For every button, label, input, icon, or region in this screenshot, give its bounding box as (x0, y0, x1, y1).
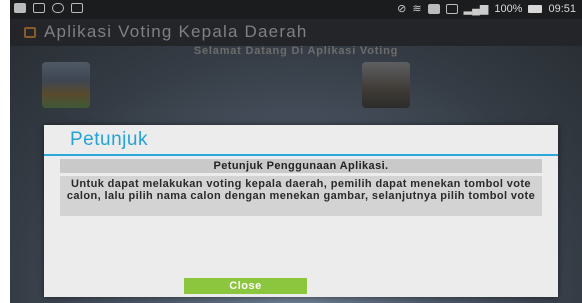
clock: 09:51 (548, 3, 576, 15)
message-icon (14, 3, 26, 13)
dialog-divider (44, 154, 558, 156)
status-bar: ⊘ ≋ ▂▄▆ 100% 09:51 (10, 0, 582, 19)
welcome-text: Selamat Datang Di Aplikasi Voting (193, 45, 399, 57)
lte-icon (445, 4, 458, 14)
signal-icon: ▂▄▆ (463, 3, 489, 15)
instructions-dialog: Petunjuk Petunjuk Penggunaan Aplikasi. U… (44, 125, 558, 297)
status-bar-right: ⊘ ≋ ▂▄▆ 100% 09:51 (397, 3, 576, 15)
battery-icon (528, 5, 543, 13)
dialog-body-text: Untuk dapat melakukan voting kepala daer… (60, 176, 542, 216)
candidate-image-right[interactable] (362, 62, 410, 108)
chat-icon (71, 3, 83, 13)
dialog-title: Petunjuk (70, 129, 148, 150)
no-sim-icon: ⊘ (397, 3, 407, 15)
gallery-icon (33, 3, 45, 13)
battery-percent: 100% (494, 3, 523, 15)
dialog-header: Petunjuk Penggunaan Aplikasi. (60, 159, 542, 173)
candidate-image-left[interactable] (42, 62, 90, 108)
phone-screen: ⊘ ≋ ▂▄▆ 100% 09:51 Aplikasi Voting Kepal… (10, 0, 582, 303)
app-icon (24, 27, 36, 38)
app-bar: Aplikasi Voting Kepala Daerah (10, 19, 582, 46)
main-content: Selamat Datang Di Aplikasi Voting Petunj… (10, 46, 582, 303)
close-button[interactable]: Close (184, 278, 307, 294)
voicemail-icon (52, 3, 64, 13)
app-title: Aplikasi Voting Kepala Daerah (44, 22, 308, 41)
notification-icon (427, 4, 440, 14)
wifi-icon: ≋ (412, 3, 422, 15)
status-bar-left (14, 3, 83, 13)
